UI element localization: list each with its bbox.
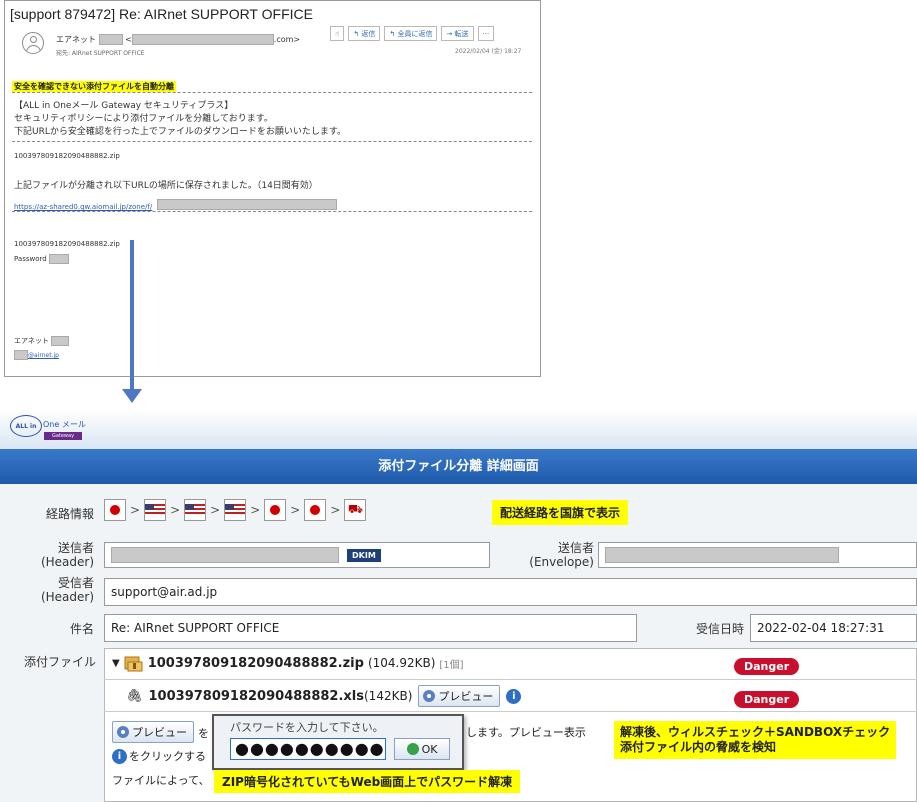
paperclip-icon: 🖇 (126, 688, 143, 704)
redacted-block (48, 254, 69, 264)
sender-envelope-label: 送信者 (Envelope) (529, 541, 594, 569)
isolation-banner: 安全を確認できない添付ファイルを自動分離 (12, 81, 176, 92)
zip-password-callout: ZIP暗号化されていてもWeb画面上でパスワード解凍 (214, 770, 521, 793)
info-icon: i (112, 748, 127, 764)
zip-danger-badge: Danger (734, 655, 800, 675)
email-date: 2022/02/04 (金) 18:27 (455, 48, 522, 55)
password-prompt: パスワードを入力して下さい。 (230, 721, 384, 734)
sender-envelope-field (598, 542, 917, 568)
email-body-line: 【ALL in Oneメール Gateway セキュリティプラス】 (14, 101, 234, 111)
flow-arrow (130, 240, 134, 392)
ok-icon (406, 743, 419, 755)
divider (12, 141, 532, 143)
usa-flag-icon (224, 499, 247, 521)
redacted-block (131, 34, 274, 45)
zip-file-name[interactable]: 100397809182090488882.zip (148, 656, 364, 671)
app-logo: ALL in One メール Gateway (10, 415, 108, 445)
redacted-block (111, 547, 339, 563)
received-label: 受信日時 (695, 622, 744, 636)
japan-flag-icon (264, 499, 287, 521)
zip-archive-icon (124, 654, 144, 672)
ok-button[interactable]: OK (394, 738, 450, 760)
divider (12, 92, 532, 94)
thumbs-up-icon: ☝ (335, 29, 340, 38)
xls-entry: 🖇 100397809182090488882.xls(142KB) プレビュー… (126, 685, 522, 707)
route-label: 経路情報 (45, 507, 94, 521)
file-note: ファイルによって、 (112, 774, 210, 787)
preview-note: します。プレビュー表示 (466, 726, 586, 739)
sender-avatar-icon (22, 32, 44, 54)
zip-file-size: (104.92KB) (367, 656, 436, 670)
route-flags: > > > > > > ⛟ (104, 499, 367, 521)
redacted-block (605, 547, 839, 563)
reply-button[interactable]: ↰ 返信 (348, 26, 381, 41)
subject-field: Re: AIRnet SUPPORT OFFICE (104, 614, 637, 642)
password-line: Password (14, 254, 69, 264)
email-body-line: セキュリティポリシーにより添付ファイルを分離しております。 (14, 114, 273, 124)
password-input[interactable]: ●●●●●●●●●● (230, 738, 386, 760)
preview-gear-icon (117, 726, 129, 738)
app-header (0, 409, 917, 449)
route-callout: 配送経路を国旗で表示 (492, 500, 629, 525)
more-button[interactable]: ··· (477, 26, 495, 41)
sandbox-callout: 解凍後、ウィルスチェック＋SANDBOXチェック 添付ファイル内の脅威を検知 (614, 721, 897, 759)
sender-header-label: 送信者 (Header) (40, 541, 94, 569)
xls-danger-badge: Danger (734, 688, 800, 708)
reply-icon: ↰ (353, 29, 362, 38)
signature-name: エアネット (14, 336, 70, 346)
email-toolbar: ☝ ↰ 返信 ↰ 全員に返信 → 転送 ··· (330, 26, 495, 41)
preview-button[interactable]: プレビュー (418, 685, 501, 707)
redacted-block (98, 34, 123, 45)
received-field: 2022-02-04 18:27:31 (750, 614, 917, 642)
redacted-block (157, 199, 338, 210)
japan-flag-icon (104, 499, 126, 521)
recipient-field: support@air.ad.jp (104, 578, 917, 606)
email-from: エアネット < .com> (56, 34, 301, 45)
reply-all-button[interactable]: ↰ 全員に返信 (384, 26, 438, 41)
isolated-file-name: 100397809182090488882.zip (14, 152, 120, 160)
recipient-label: 受信者 (Header) (40, 576, 94, 604)
forward-icon: → (446, 29, 455, 38)
attachment-label: 添付ファイル (23, 655, 96, 669)
flow-arrow-head (122, 389, 142, 403)
collapse-arrow-icon[interactable]: ▼ (112, 658, 120, 669)
xls-file-name[interactable]: 100397809182090488882.xls(142KB) (149, 689, 413, 704)
signature-email: @airnet.jp (14, 350, 59, 360)
page-title: 添付ファイル分離 詳細画面 (0, 449, 917, 484)
password-dialog: パスワードを入力して下さい。 ●●●●●●●●●● OK (212, 714, 464, 770)
forward-button[interactable]: → 転送 (441, 26, 474, 41)
saved-notice: 上記ファイルが分離され以下URLの場所に保存されました。（14日間有効） (14, 181, 318, 191)
redacted-block (51, 336, 70, 346)
isolated-file-name-2: 100397809182090488882.zip (14, 240, 120, 248)
zip-entry: ▼ 100397809182090488882.zip (104.92KB) [1… (112, 654, 464, 672)
japan-flag-icon (304, 499, 327, 521)
zip-file-count: [1個] (439, 659, 464, 671)
reply-all-icon: ↰ (389, 29, 398, 38)
preview-gear-icon (423, 690, 436, 702)
info-icon[interactable]: i (506, 688, 522, 704)
usa-flag-icon (144, 499, 167, 521)
preview-button-example[interactable]: プレビュー (112, 721, 194, 743)
email-to: 宛先: AIRnet SUPPORT OFFICE (56, 50, 145, 57)
email-subject: [support 879472] Re: AIRnet SUPPORT OFFI… (10, 6, 313, 22)
subject-label: 件名 (69, 622, 94, 636)
destination-server-icon: ⛟ (344, 499, 367, 521)
redacted-block (14, 350, 28, 360)
usa-flag-icon (184, 499, 207, 521)
from-suffix: .com> (273, 35, 301, 44)
from-name: エアネット (56, 35, 96, 44)
divider (12, 211, 532, 213)
sender-header-field: DKIM (104, 542, 490, 568)
download-link[interactable]: https://az-shared0.gw.aiomail.jp/zone/f/ (14, 203, 152, 211)
like-button[interactable]: ☝ (330, 26, 345, 41)
dkim-badge: DKIM (347, 548, 381, 562)
email-body-line: 下記URLから安全確認を行った上でファイルのダウンロードをお願いいたします。 (14, 127, 346, 137)
info-note: i をクリックする (112, 748, 206, 764)
